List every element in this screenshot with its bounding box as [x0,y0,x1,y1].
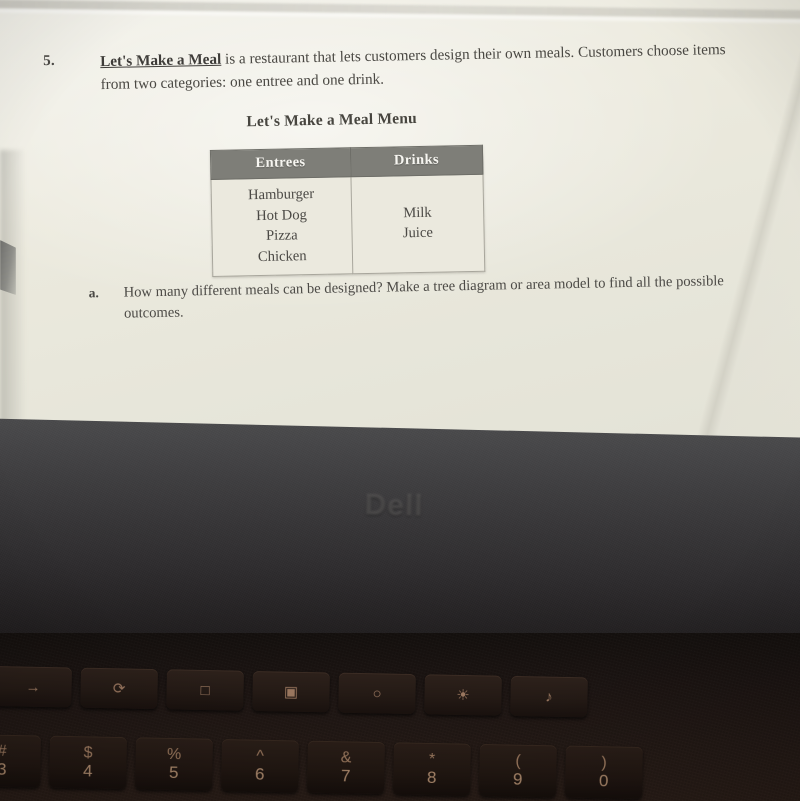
laptop: Dell → ⟳ □ ▣ ○ ☀ ♪ # 3 $ 4 % 5 ^ 6 & 7 *… [0,418,800,801]
entree-item: Chicken [257,247,307,265]
key-9[interactable]: ( 9 [478,743,557,798]
key-5-symbol: % [166,745,182,764]
brightness-up-key[interactable]: ☀ [424,674,502,716]
window-key[interactable]: □ [166,669,244,711]
question-body: Let's Make a Meal is a restaurant that l… [100,38,751,96]
brightness-down-icon: ○ [372,684,382,702]
entree-item: Hamburger [247,186,315,204]
key-9-symbol: ( [515,752,521,770]
key-6[interactable]: ^ 6 [220,738,299,793]
key-3[interactable]: # 3 [0,734,41,788]
mute-key[interactable]: ♪ [510,675,588,718]
brightness-up-icon: ☀ [456,686,470,704]
key-4-symbol: $ [83,744,93,762]
window-icon: □ [200,681,210,699]
entree-item: Pizza [265,227,298,244]
worksheet-content: 5. Let's Make a Meal is a restaurant tha… [0,0,800,470]
table-row: Hamburger Hot Dog Pizza Chicken Milk Jui… [210,174,485,277]
arrow-right-icon: → [25,678,41,696]
restaurant-name: Let's Make a Meal [100,50,222,71]
key-5[interactable]: % 5 [134,737,213,791]
key-6-symbol: ^ [256,747,265,765]
dell-logo: Dell [364,488,424,523]
key-0-digit: 0 [598,771,609,791]
key-7-symbol: & [340,749,352,767]
photo-of-worksheet-on-laptop: 5. Let's Make a Meal is a restaurant tha… [0,0,800,801]
question-number: 5. [43,52,56,70]
key-7[interactable]: & 7 [306,740,385,795]
tab-arrow-key[interactable]: → [0,666,72,708]
cell-entrees-list: Hamburger Hot Dog Pizza Chicken [210,176,353,277]
refresh-icon: ⟳ [112,679,126,698]
drink-item: Milk [403,204,432,221]
part-a-label: a. [88,285,99,301]
refresh-key[interactable]: ⟳ [80,667,158,710]
entree-item: Hot Dog [256,206,307,224]
key-0-symbol: ) [601,754,607,772]
key-8-symbol: * [428,750,436,769]
key-4-digit: 4 [82,761,93,781]
brightness-down-key[interactable]: ○ [338,672,416,715]
mute-icon: ♪ [545,688,553,706]
drink-item: Juice [402,224,434,242]
key-9-digit: 9 [512,769,523,789]
menu-table: Entrees Drinks Hamburger Hot Dog Pizza C… [210,145,485,277]
split-window-icon: ▣ [283,683,299,701]
menu-title: Let's Make a Meal Menu [246,110,418,131]
key-3-digit: 3 [0,759,7,779]
part-a-question: How many different meals can be designed… [123,273,724,322]
column-header-entrees: Entrees [210,147,351,180]
key-8-digit: 8 [426,767,437,788]
key-8[interactable]: * 8 [392,742,471,796]
key-0[interactable]: ) 0 [564,745,643,800]
key-3-symbol: # [0,742,7,760]
split-window-key[interactable]: ▣ [252,670,330,713]
key-5-digit: 5 [168,762,179,783]
cell-drinks-list: Milk Juice [350,174,485,274]
key-4[interactable]: $ 4 [48,735,127,790]
key-7-digit: 7 [340,766,351,786]
key-6-digit: 6 [254,764,265,784]
column-header-drinks: Drinks [350,145,483,177]
